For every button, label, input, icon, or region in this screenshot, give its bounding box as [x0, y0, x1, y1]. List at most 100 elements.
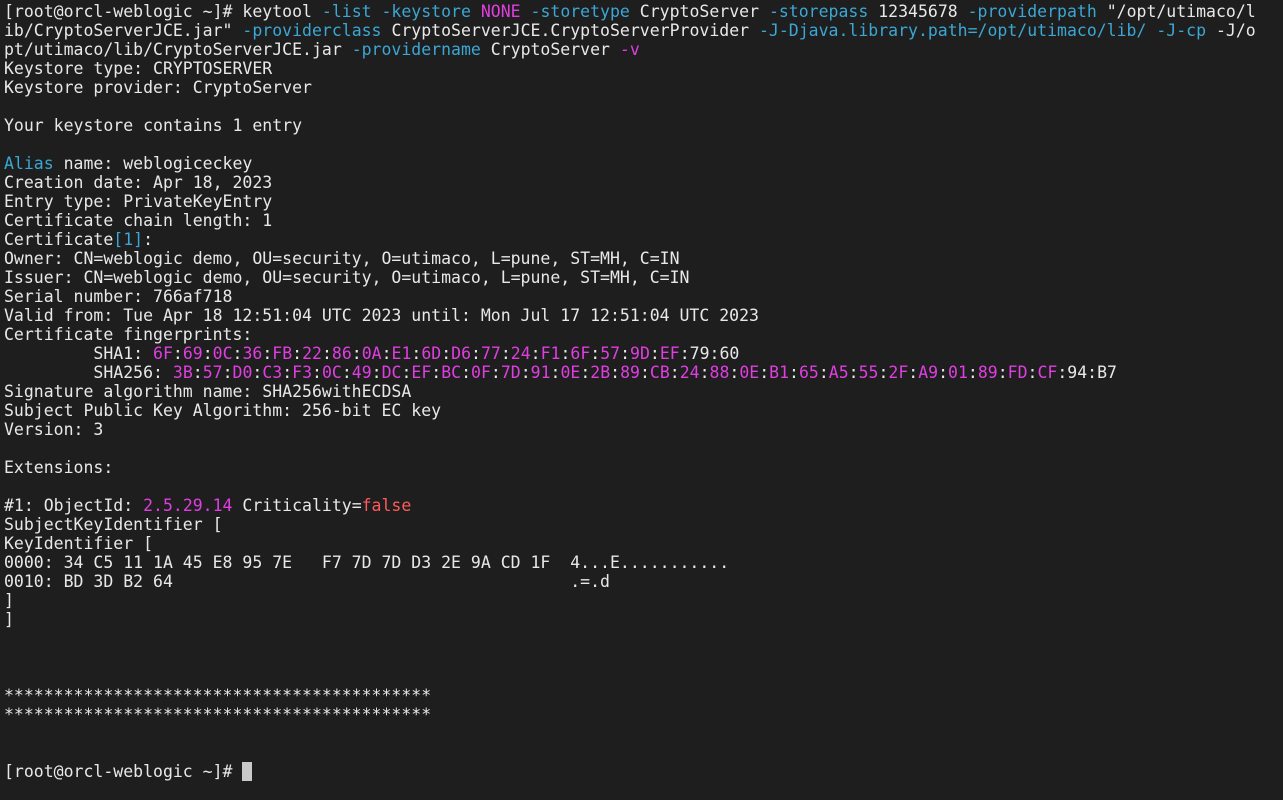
- shell-prompt: [root@orcl-weblogic ~]#: [4, 762, 243, 781]
- terminal-window[interactable]: [root@orcl-weblogic ~]# keytool -list -k…: [0, 0, 1283, 800]
- output-text: :79:60: [679, 344, 740, 363]
- command-text: 12345678: [878, 2, 968, 21]
- output-text: Extensions:: [4, 458, 114, 477]
- output-text: ]: [4, 610, 14, 629]
- output-text: :: [997, 363, 1008, 382]
- output-text: 91: [530, 363, 551, 382]
- command-text: ib/CryptoServerJCE.jar": [4, 21, 243, 40]
- output-text: name: weblogiceckey: [53, 154, 253, 173]
- output-text: :: [401, 363, 412, 382]
- output-text: :: [789, 363, 799, 382]
- output-line: Subject Public Key Algorithm: 256-bit EC…: [4, 401, 1283, 420]
- output-text: :: [411, 344, 422, 363]
- output-text: :: [222, 363, 233, 382]
- output-text: 24: [510, 344, 531, 363]
- output-text: FD: [1007, 363, 1028, 382]
- output-text: 57: [202, 363, 223, 382]
- output-text: 0C: [212, 344, 233, 363]
- output-line: Keystore provider: CryptoServer: [4, 78, 1283, 97]
- output-text: 77: [480, 344, 501, 363]
- output-text: :: [471, 344, 481, 363]
- output-text: :: [262, 344, 273, 363]
- output-text: :: [759, 363, 770, 382]
- output-text: :: [580, 363, 591, 382]
- output-text: Keystore type: CRYPTOSERVER: [4, 59, 273, 78]
- output-text: false: [361, 496, 412, 515]
- output-text: 49: [351, 363, 372, 382]
- output-text: 6F: [570, 344, 591, 363]
- output-text: Certificate chain length: 1: [4, 211, 273, 230]
- output-text: CB: [649, 363, 670, 382]
- output-text: Subject Public Key Algorithm: 256-bit EC…: [4, 401, 442, 420]
- output-text: F3: [292, 363, 313, 382]
- output-text: :: [560, 344, 571, 363]
- output-text: 55: [858, 363, 879, 382]
- output-text: :: [143, 230, 154, 249]
- command-text: -providername: [351, 40, 491, 59]
- output-text: Creation date: Apr 18, 2023: [4, 173, 273, 192]
- output-text: 24: [679, 363, 700, 382]
- output-line: #1: ObjectId: 2.5.29.14 Criticality=fals…: [4, 496, 1283, 515]
- output-text: :: [908, 363, 919, 382]
- command-text: -providerclass: [242, 21, 392, 40]
- output-text: SHA1:: [4, 344, 154, 363]
- output-text: :: [620, 344, 631, 363]
- output-text: :: [590, 344, 601, 363]
- output-text: :: [282, 363, 293, 382]
- command-line: [root@orcl-weblogic ~]# keytool -list -k…: [4, 2, 1283, 21]
- output-text: :: [341, 363, 352, 382]
- output-text: Signature algorithm name: SHA256withECDS…: [4, 382, 412, 401]
- output-line: Keystore type: CRYPTOSERVER: [4, 59, 1283, 78]
- output-text: :: [729, 363, 740, 382]
- command-text: CryptoServer: [639, 2, 769, 21]
- output-text: :: [520, 363, 531, 382]
- prompt-line[interactable]: [root@orcl-weblogic ~]#: [4, 762, 1283, 781]
- output-text: B1: [769, 363, 790, 382]
- output-line: Owner: CN=weblogic demo, OU=security, O=…: [4, 249, 1283, 268]
- command-text: -J/o: [1215, 21, 1256, 40]
- output-text: Certificate fingerprints:: [4, 325, 253, 344]
- output-text: Version: 3: [4, 420, 104, 439]
- output-text: DC: [381, 363, 402, 382]
- command-text: -list -keystore: [321, 2, 481, 21]
- output-text: :: [461, 363, 472, 382]
- output-text: 0A: [361, 344, 382, 363]
- output-text: CF: [1037, 363, 1058, 382]
- output-line: Extensions:: [4, 458, 1283, 477]
- output-text: :: [610, 363, 621, 382]
- command-line: [root@orcl-weblogic ~]# keytool -list -k…: [4, 2, 1283, 59]
- output-text: EF: [411, 363, 432, 382]
- command-line: pt/utimaco/lib/CryptoServerJCE.jar -prov…: [4, 40, 1283, 59]
- output-text: Owner: CN=weblogic demo, OU=security, O=…: [4, 249, 680, 268]
- output-text: ****************************************…: [4, 705, 432, 724]
- output-line: Certificate fingerprints:: [4, 325, 1283, 344]
- output-text: 65: [798, 363, 819, 382]
- output-text: FB: [272, 344, 293, 363]
- output-line: Version: 3: [4, 420, 1283, 439]
- output-text: :: [1027, 363, 1038, 382]
- output-text: 0E: [560, 363, 581, 382]
- output-text: :: [381, 344, 392, 363]
- output-text: D0: [232, 363, 253, 382]
- output-text: 69: [182, 344, 203, 363]
- output-line: 0010: BD 3D B2 64 .=.d: [4, 572, 1283, 591]
- output-text: 2.5.29.14: [143, 496, 233, 515]
- command-text: -providerpath: [967, 2, 1107, 21]
- output-text: ]: [4, 591, 14, 610]
- command-line: ib/CryptoServerJCE.jar" -providerclass C…: [4, 21, 1283, 40]
- output-text: Entry type: PrivateKeyEntry: [4, 192, 273, 211]
- output-text: 6D: [421, 344, 442, 363]
- output-line: ****************************************…: [4, 686, 1283, 705]
- output-text: 0C: [321, 363, 342, 382]
- output-text: :: [938, 363, 949, 382]
- output-text: #1: ObjectId:: [4, 496, 144, 515]
- output-text: :: [669, 363, 680, 382]
- output-text: SubjectKeyIdentifier [: [4, 515, 223, 534]
- output-line: KeyIdentifier [: [4, 534, 1283, 553]
- output-text: 0F: [471, 363, 491, 382]
- output-text: :: [699, 363, 710, 382]
